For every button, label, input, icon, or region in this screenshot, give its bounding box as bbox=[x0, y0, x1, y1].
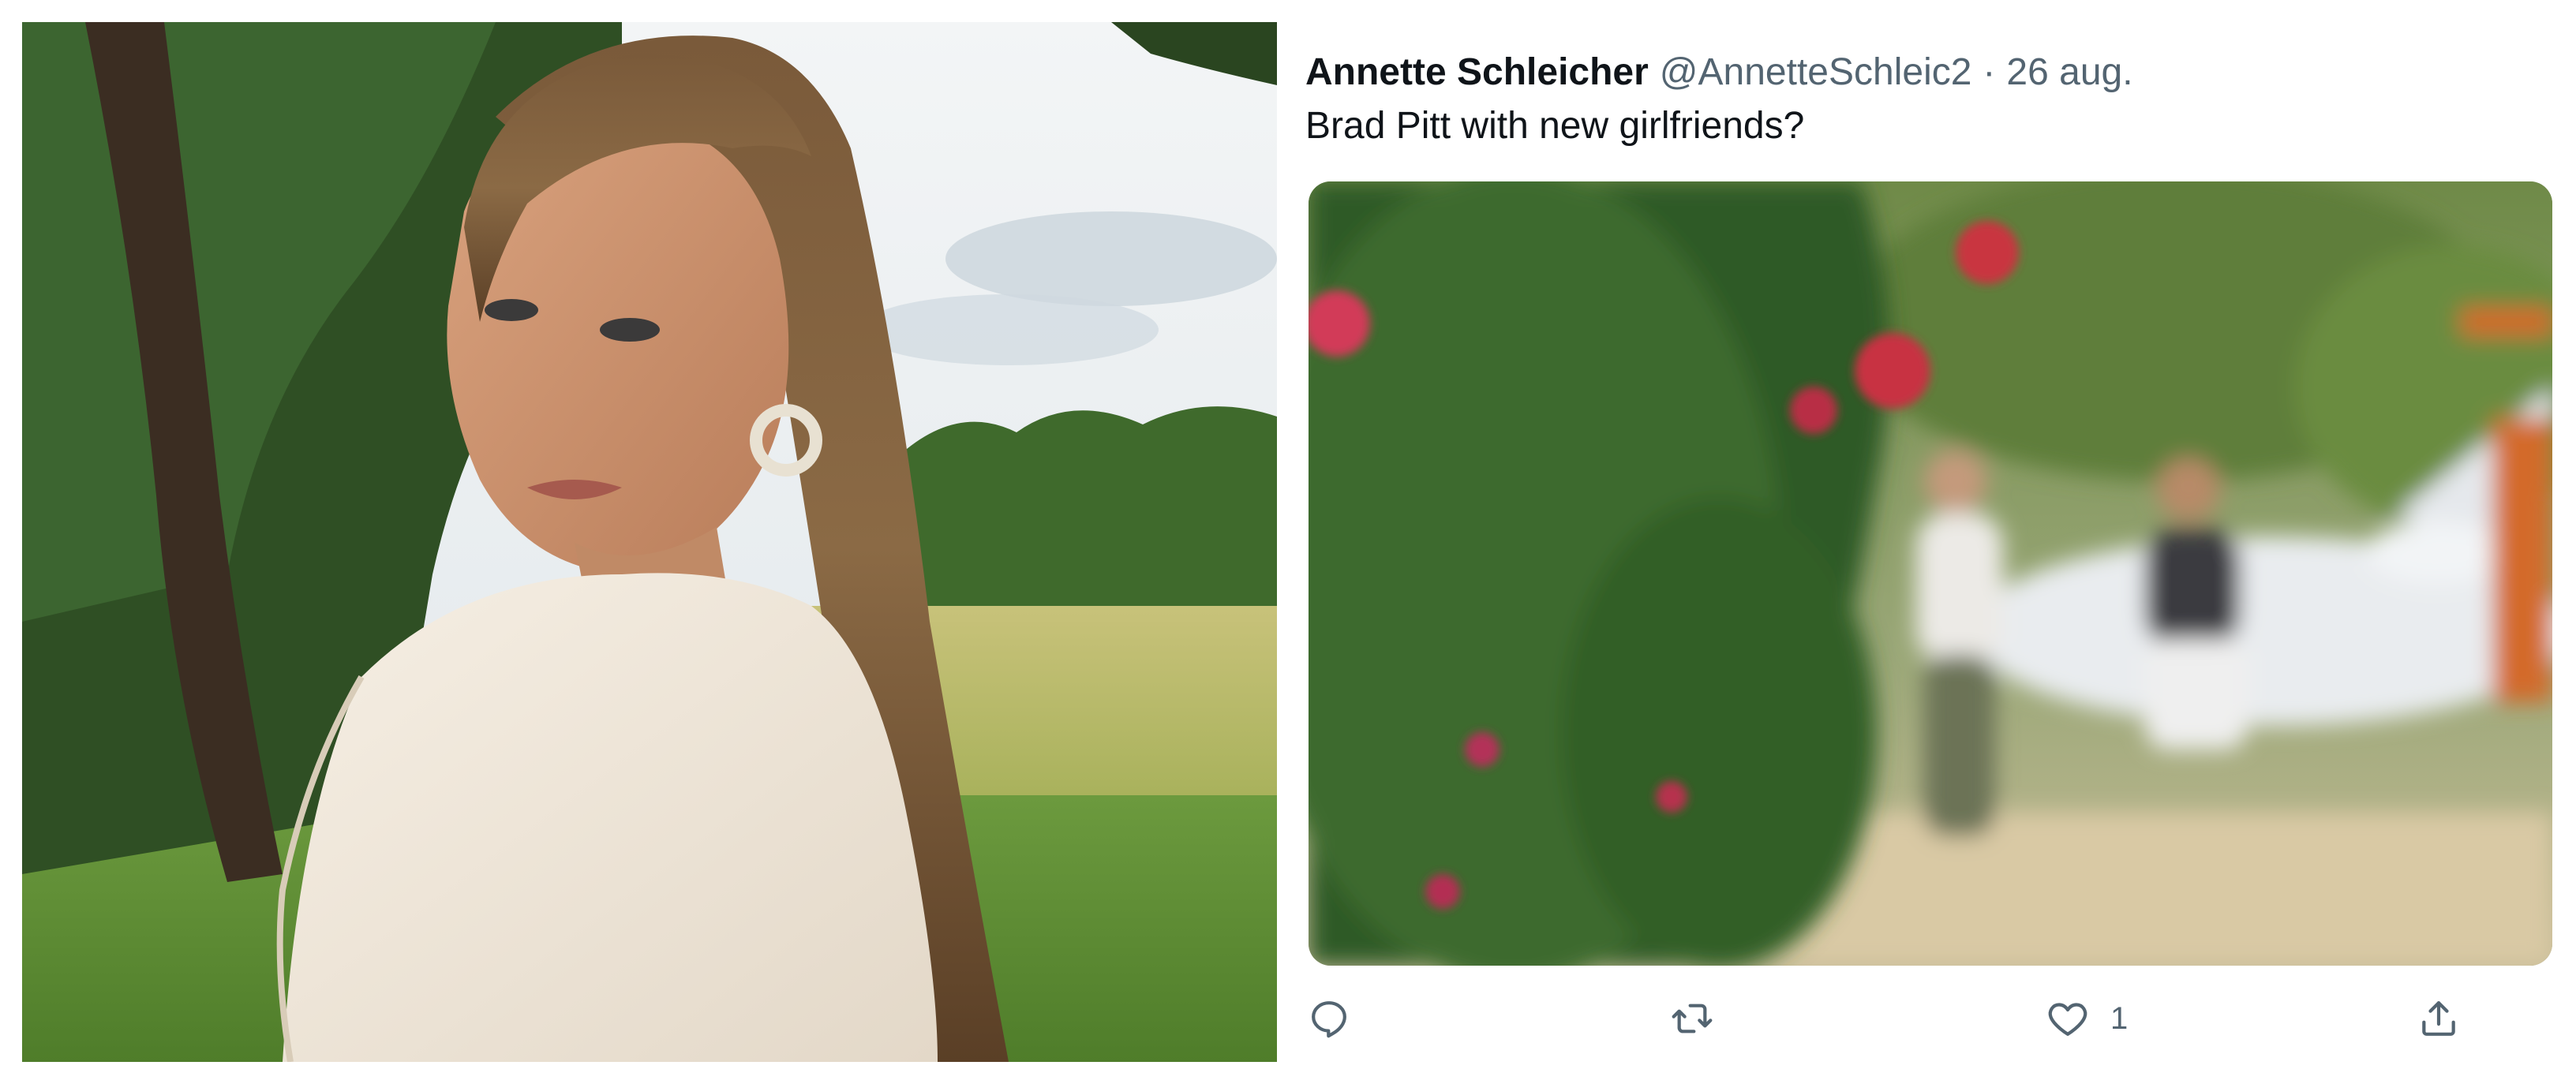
tweet-text: Brad Pitt with new girlfriends? bbox=[1305, 105, 1805, 147]
share-icon bbox=[2422, 1001, 2455, 1036]
portrait-photo-art bbox=[22, 22, 1277, 1062]
tweet-media-art bbox=[1309, 181, 2552, 966]
screenshot-canvas: Annette Schleicher @AnnetteSchleic2 · 26… bbox=[0, 0, 2576, 1084]
separator-dot: · bbox=[1983, 50, 1996, 93]
tweet-media-image[interactable] bbox=[1309, 181, 2552, 966]
reply-icon bbox=[1312, 1001, 1346, 1038]
like-count: 1 bbox=[2110, 1000, 2129, 1036]
author-handle[interactable]: @AnnetteSchleic2 bbox=[1660, 50, 1972, 94]
reply-button[interactable] bbox=[1307, 991, 1351, 1046]
tweet-header: Annette Schleicher @AnnetteSchleic2 · 26… bbox=[1305, 44, 2133, 99]
tweet-date[interactable]: 26 aug. bbox=[2006, 50, 2132, 94]
author-name[interactable]: Annette Schleicher bbox=[1305, 50, 1649, 94]
tweet-actions: 1 bbox=[1302, 991, 2557, 1046]
share-button[interactable] bbox=[2417, 991, 2461, 1046]
retweet-button[interactable] bbox=[1670, 991, 1714, 1046]
like-button[interactable]: 1 bbox=[2046, 991, 2128, 1046]
tweet-card: Annette Schleicher @AnnetteSchleic2 · 26… bbox=[1302, 22, 2557, 1062]
portrait-photo bbox=[22, 22, 1277, 1062]
heart-icon bbox=[2048, 1003, 2087, 1036]
retweet-icon bbox=[1672, 1004, 1713, 1034]
